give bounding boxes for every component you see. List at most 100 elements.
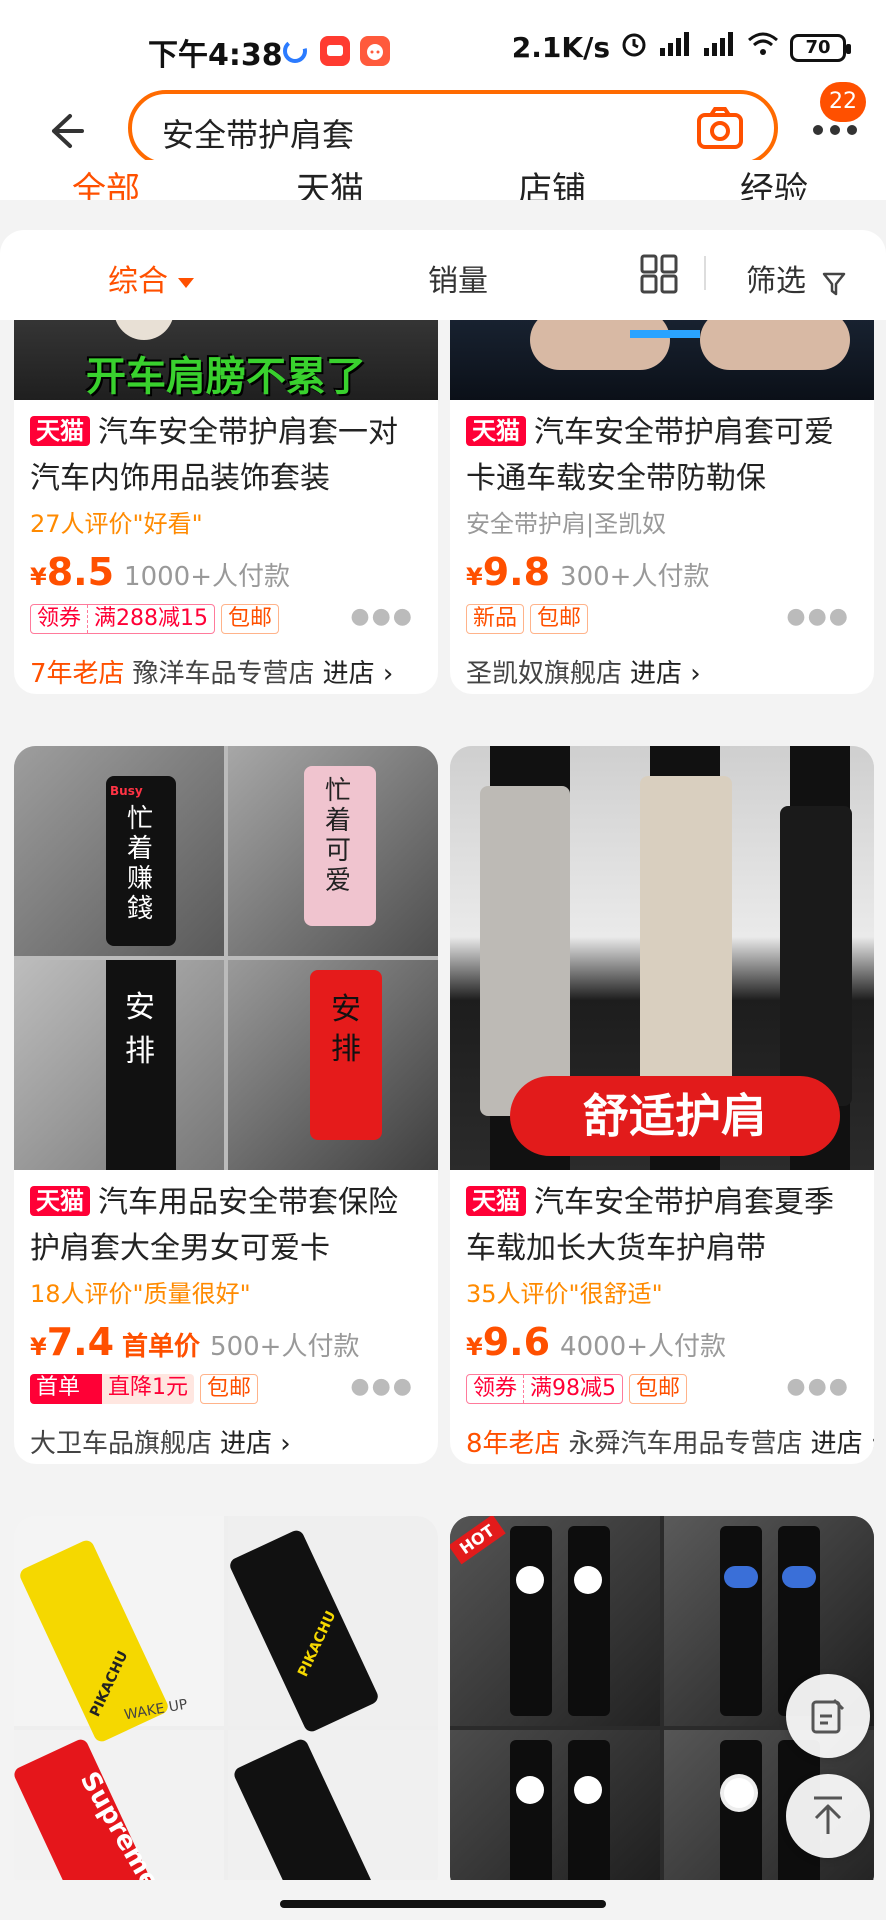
product-image[interactable]: PIKACHU PIKACHU Supreme WAKE UP — [14, 1516, 438, 1880]
result-type-tabs: 全部 天猫 店铺 经验 — [0, 160, 886, 200]
review-summary: 27人评价"好看" — [30, 510, 203, 538]
more-dots-icon[interactable]: ●●● — [350, 604, 414, 629]
tab-experience[interactable]: 经验 — [740, 162, 808, 200]
sort-sales[interactable]: 销量 — [428, 256, 488, 300]
battery-icon: 70 — [790, 33, 851, 62]
shop-line[interactable]: 7年老店 豫洋车品专营店 进店 › — [30, 654, 422, 694]
first-order-discount: 直降1元 — [108, 1375, 189, 1400]
status-bar: 下午4:38 2.1K/s 70 — [0, 0, 886, 90]
signal-icon — [658, 30, 692, 65]
free-shipping-tag: 包邮 — [200, 1374, 259, 1404]
tab-tmall[interactable]: 天猫 — [296, 162, 364, 200]
message-app-icon — [320, 36, 350, 66]
back-arrow-icon[interactable] — [38, 106, 88, 156]
product-card[interactable]: 天猫 汽车安全带护肩套可爱卡通车载安全带防勒保 安全带护肩|圣凯奴 ¥9.8 300… — [450, 320, 874, 694]
tmall-tag: 天猫 — [466, 416, 526, 446]
coupon-tag[interactable]: 领券 满288减15 — [30, 604, 216, 634]
currency-symbol: ¥ — [466, 563, 483, 591]
filter-label: 筛选 — [746, 264, 806, 299]
product-title[interactable]: 天猫 汽车安全带护肩套夏季车载加长大货车护肩带 — [466, 1180, 858, 1272]
sold-count: 300+人付款 — [560, 562, 710, 592]
alarm-icon — [620, 30, 648, 65]
product-image[interactable] — [450, 320, 874, 400]
filter-funnel-icon — [822, 270, 846, 296]
free-shipping-tag: 包邮 — [530, 604, 589, 634]
strap-label: 安排 — [125, 990, 155, 1069]
enter-shop-link[interactable]: 进店 › — [220, 1429, 291, 1459]
enter-shop-link[interactable]: 进店 › — [630, 659, 701, 689]
product-image[interactable]: 开车肩膀不累了 — [14, 320, 438, 400]
coupon-label: 领券 — [31, 605, 89, 633]
free-shipping-tag: 包邮 — [221, 604, 280, 634]
shop-line[interactable]: 圣凯奴旗舰店 进店 › — [466, 654, 858, 694]
tab-all[interactable]: 全部 — [72, 162, 140, 200]
product-title[interactable]: 天猫 汽车安全带护肩套一对汽车内饰用品装饰套装 — [30, 410, 422, 502]
more-dots-icon[interactable]: ●●● — [350, 1374, 414, 1399]
grid-view-icon[interactable] — [640, 254, 678, 294]
sort-comprehensive[interactable]: 综合 — [108, 256, 194, 300]
sold-count: 4000+人付款 — [560, 1332, 726, 1362]
enter-shop-link[interactable]: 进店 › — [323, 659, 394, 689]
image-banner-text: 开车肩膀不累了 — [86, 354, 366, 400]
tab-shops[interactable]: 店铺 — [518, 162, 586, 200]
promo-tags: 新品 包邮 ●●● — [466, 604, 858, 638]
more-options-icon[interactable] — [810, 120, 860, 140]
search-query: 安全带护肩套 — [162, 116, 355, 154]
product-title[interactable]: 天猫 汽车安全带护肩套可爱卡通车载安全带防勒保 — [466, 410, 858, 502]
shop-name: 豫洋车品专营店 — [132, 659, 315, 689]
edit-note-icon — [810, 1696, 846, 1740]
arrow-up-icon — [808, 1794, 848, 1842]
enter-shop-link[interactable]: 进店 › — [811, 1429, 874, 1459]
pig-app-icon — [360, 36, 390, 66]
promo-tags: 领券 满98减5 包邮 ●●● — [466, 1374, 858, 1408]
filter-button[interactable]: 筛选 — [746, 256, 846, 300]
strap-label: 忙着赚錢 — [126, 804, 153, 924]
shop-name: 圣凯奴旗舰店 — [466, 659, 623, 689]
coupon-tag[interactable]: 领券 满98减5 — [466, 1374, 624, 1404]
status-right-group: 2.1K/s 70 — [512, 30, 851, 65]
notification-badge: 22 — [820, 82, 866, 122]
coupon-value: 满98减5 — [530, 1376, 617, 1401]
price-line: ¥8.5 1000+人付款 — [30, 548, 422, 596]
product-card[interactable]: 开车肩膀不累了 天猫 汽车安全带护肩套一对汽车内饰用品装饰套装 27人评价"好看"… — [14, 320, 438, 694]
price-line: ¥9.6 4000+人付款 — [466, 1318, 858, 1366]
price: 9.6 — [482, 1320, 551, 1364]
product-title[interactable]: 天猫 汽车用品安全带套保险护肩套大全男女可爱卡 — [30, 1180, 422, 1272]
camera-icon[interactable] — [696, 106, 744, 150]
product-image[interactable]: 舒适护肩 — [450, 746, 874, 1170]
price-line: ¥9.8 300+人付款 — [466, 548, 858, 596]
strap-label: 安排 — [331, 992, 361, 1067]
product-card[interactable]: Busy 忙着赚錢 忙着可爱 安排 安排 天猫 汽车用品安全带套保险护肩套大全男女… — [14, 746, 438, 1464]
feedback-button[interactable] — [786, 1674, 870, 1758]
first-order-label: 首单 — [36, 1375, 81, 1400]
wifi-icon — [746, 30, 780, 65]
shop-age: 7年老店 — [30, 659, 125, 689]
tmall-tag: 天猫 — [30, 1186, 90, 1216]
shop-line[interactable]: 大卫车品旗舰店 进店 › — [30, 1424, 422, 1464]
more-dots-icon[interactable]: ●●● — [786, 604, 850, 629]
status-time: 下午4:38 — [148, 38, 283, 73]
sold-count: 500+人付款 — [210, 1332, 360, 1362]
sort-bar: 综合 销量 筛选 — [0, 230, 886, 320]
more-dots-icon[interactable]: ●●● — [786, 1374, 850, 1399]
currency-symbol: ¥ — [466, 1333, 483, 1361]
first-order-price-label: 首单价 — [122, 1332, 201, 1362]
search-input[interactable]: 安全带护肩套 — [128, 90, 778, 166]
product-card[interactable]: 舒适护肩 天猫 汽车安全带护肩套夏季车载加长大货车护肩带 35人评价"很舒适" ¥… — [450, 746, 874, 1464]
scroll-to-top-button[interactable] — [786, 1774, 870, 1858]
price: 7.4 — [46, 1320, 115, 1364]
app-notification-icon — [280, 36, 310, 66]
review-summary: 18人评价"质量很好" — [30, 1280, 251, 1308]
shop-age: 8年老店 — [466, 1429, 561, 1459]
sold-count: 1000+人付款 — [124, 562, 290, 592]
home-indicator[interactable] — [280, 1900, 606, 1908]
tmall-tag: 天猫 — [466, 1186, 526, 1216]
signal-icon-2 — [702, 30, 736, 65]
coupon-value: 满288减15 — [94, 606, 209, 631]
shop-line[interactable]: 8年老店永舜汽车用品专营店进店 › — [466, 1424, 874, 1464]
review-summary: 35人评价"很舒适" — [466, 1280, 663, 1308]
tmall-tag: 天猫 — [30, 416, 90, 446]
product-card[interactable]: PIKACHU PIKACHU Supreme WAKE UP — [14, 1516, 438, 1880]
caret-down-icon — [178, 277, 194, 288]
product-image[interactable]: Busy 忙着赚錢 忙着可爱 安排 安排 — [14, 746, 438, 1170]
